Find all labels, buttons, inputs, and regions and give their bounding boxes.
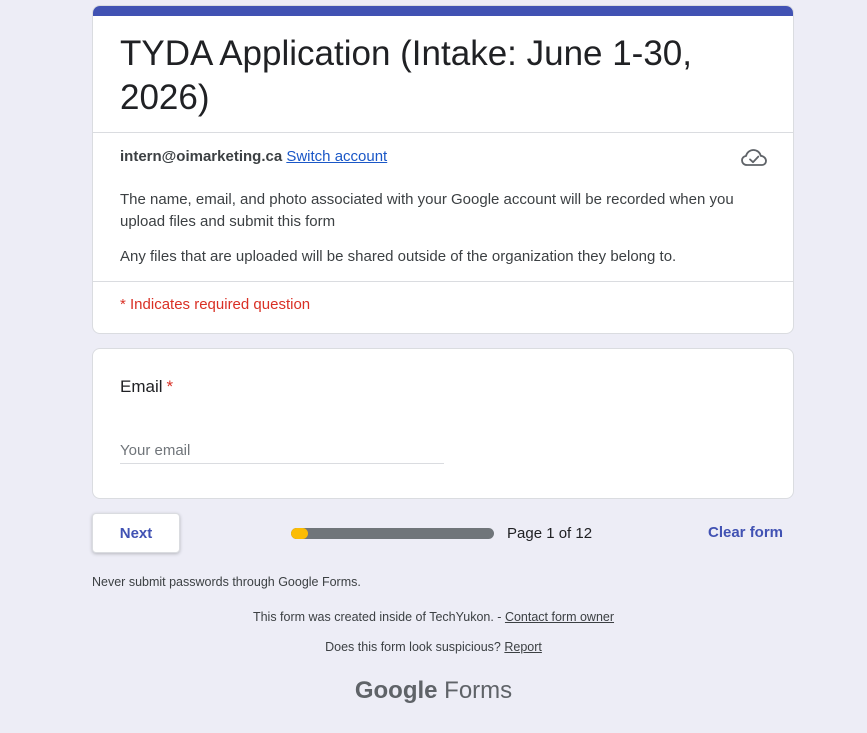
divider xyxy=(93,132,793,133)
shared-notice: Any files that are uploaded will be shar… xyxy=(120,248,677,265)
google-forms-logo[interactable]: Google Forms xyxy=(0,677,867,705)
suspicious-text: Does this form look suspicious? xyxy=(325,640,505,654)
account-email: intern@oimarketing.ca xyxy=(120,148,283,165)
created-text: This form was created inside of TechYuko… xyxy=(252,610,505,624)
switch-account-link[interactable]: Switch account xyxy=(286,148,387,165)
cloud-check-icon xyxy=(741,149,767,166)
accent-bar xyxy=(93,6,793,16)
email-question-card: Email * xyxy=(92,348,794,499)
page-indicator: Page 1 of 12 xyxy=(507,525,593,542)
logo-forms-word: Forms xyxy=(437,677,513,704)
form-header-card: TYDA Application (Intake: June 1-30, 202… xyxy=(92,5,794,334)
recorded-notice: The name, email, and photo associated wi… xyxy=(120,191,734,230)
suspicious-notice: Does this form look suspicious? Report xyxy=(0,640,867,654)
progress-bar xyxy=(291,528,494,539)
form-title: TYDA Application (Intake: June 1-30, 202… xyxy=(120,34,692,117)
account-line: intern@oimarketing.ca Switch account xyxy=(120,148,387,165)
question-title: Email xyxy=(120,377,163,396)
next-button[interactable]: Next xyxy=(92,513,180,553)
required-note: * Indicates required question xyxy=(120,296,311,313)
divider xyxy=(93,281,793,282)
report-link[interactable]: Report xyxy=(504,640,542,654)
logo-google-word: Google xyxy=(354,677,438,704)
clear-form-button[interactable]: Clear form xyxy=(708,524,783,541)
contact-owner-link[interactable]: Contact form owner xyxy=(505,610,614,624)
created-notice: This form was created inside of TechYuko… xyxy=(0,610,867,624)
question-label: Email * xyxy=(120,377,173,397)
progress-fill xyxy=(291,528,308,539)
email-input[interactable] xyxy=(120,437,444,464)
password-warning: Never submit passwords through Google Fo… xyxy=(92,575,361,589)
required-asterisk: * xyxy=(166,377,174,396)
